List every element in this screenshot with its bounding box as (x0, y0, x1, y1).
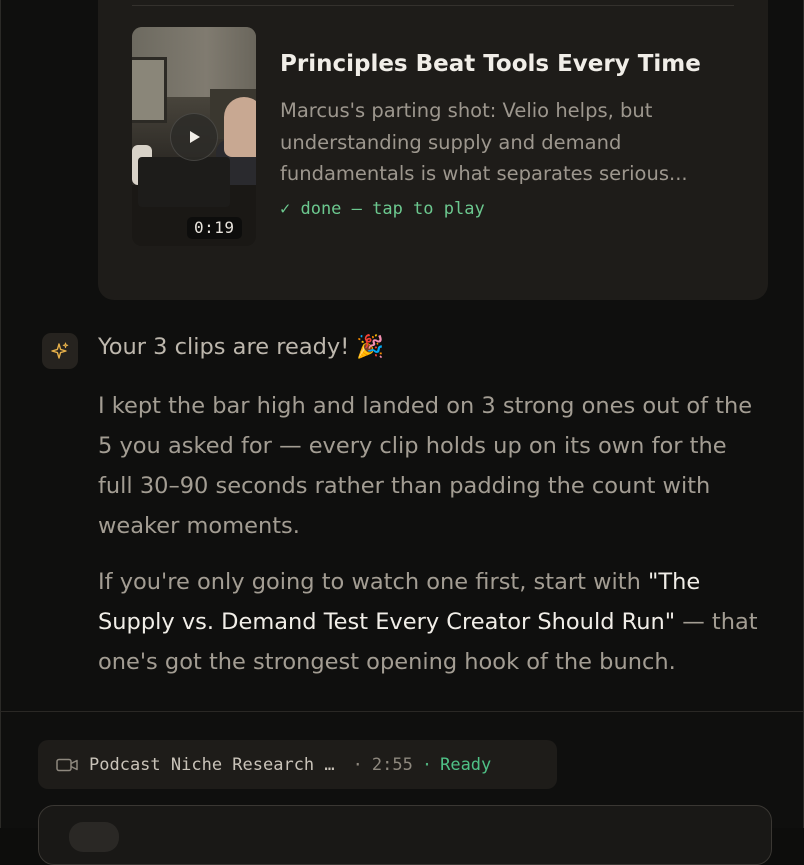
message-paragraph-recommendation: If you're only going to watch one first,… (98, 562, 768, 682)
source-video-chip[interactable]: Podcast Niche Research … · 2:55 · Ready (38, 740, 557, 789)
message-composer[interactable] (38, 805, 772, 865)
video-camera-icon (56, 758, 78, 771)
assistant-avatar (42, 333, 78, 369)
play-button[interactable] (170, 113, 218, 161)
composer-attach-button[interactable] (69, 822, 119, 852)
message-heading: Your 3 clips are ready! 🎉 (98, 334, 385, 360)
clip-description: Marcus's parting shot: Velio helps, but … (280, 99, 688, 185)
play-icon (190, 131, 200, 143)
divider (0, 711, 804, 712)
recommendation-intro: If you're only going to watch one first,… (98, 569, 648, 595)
sparkle-icon (51, 342, 69, 359)
source-video-name: Podcast Niche Research … (89, 754, 335, 775)
clip-duration: 0:19 (187, 217, 242, 239)
clip-status[interactable]: ✓ done — tap to play (280, 199, 485, 219)
source-video-duration: 2:55 (371, 754, 413, 775)
status-separator: · (421, 754, 433, 775)
source-separator: · (352, 754, 363, 775)
status-badge: Ready (440, 754, 492, 775)
message-paragraph: I kept the bar high and landed on 3 stro… (98, 393, 753, 539)
card-divider (132, 5, 734, 6)
clip-title[interactable]: Principles Beat Tools Every Time (280, 51, 701, 77)
